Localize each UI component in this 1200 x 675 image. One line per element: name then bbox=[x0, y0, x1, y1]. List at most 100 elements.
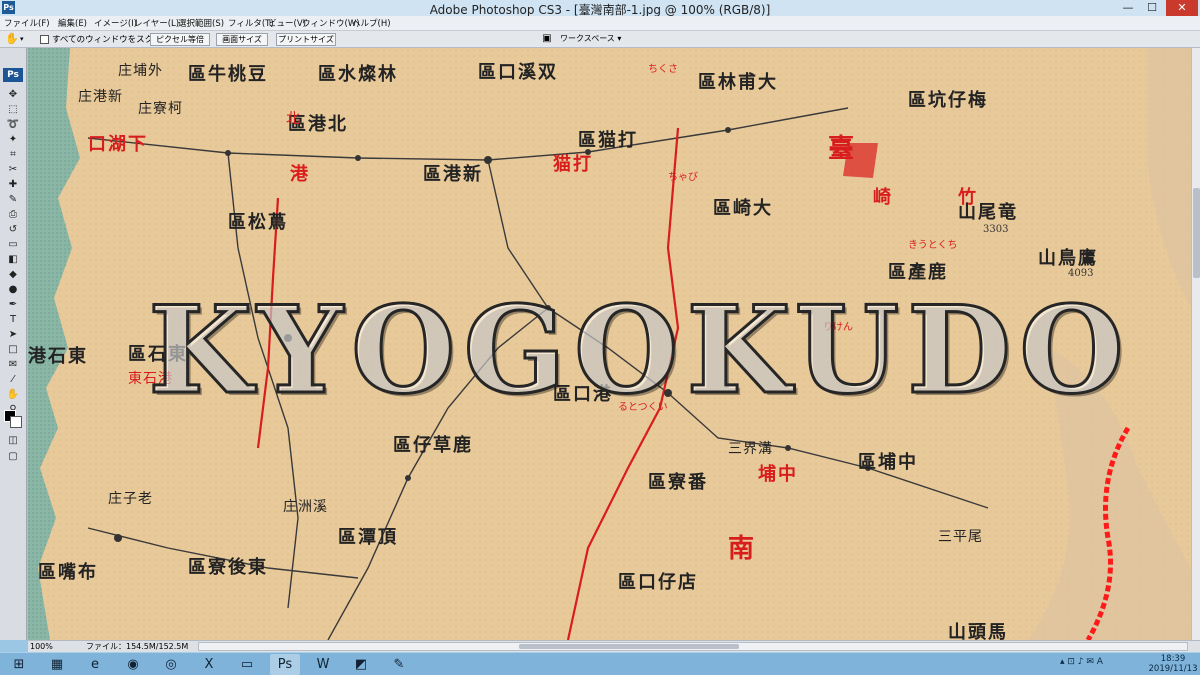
map-place-label: 庄寮柯 bbox=[138, 101, 183, 117]
system-tray[interactable]: ▴ ⊡ ♪ ✉ A bbox=[1060, 657, 1103, 667]
map-place-label: 猫打 bbox=[553, 154, 593, 175]
dodge-icon[interactable]: ● bbox=[4, 283, 22, 297]
hand-icon[interactable]: ✋ bbox=[5, 32, 19, 46]
move-icon[interactable]: ✥ bbox=[4, 88, 22, 102]
chrome-alt-icon[interactable]: ◎ bbox=[156, 654, 186, 675]
horizontal-scrollbar[interactable] bbox=[198, 642, 1188, 651]
stamp-icon[interactable]: ⎙ bbox=[4, 208, 22, 222]
map-place-label: 4093 bbox=[1068, 268, 1094, 279]
menu-item[interactable]: レイヤー(L) bbox=[134, 17, 179, 29]
screen-mode-icon[interactable]: ▢ bbox=[4, 450, 22, 464]
actual-pixels-button[interactable]: ピクセル等倍 bbox=[150, 33, 210, 46]
menu-item[interactable]: 編集(E) bbox=[58, 17, 87, 29]
path-select-icon[interactable]: ➤ bbox=[4, 328, 22, 342]
map-place-label: 區牛桃豆 bbox=[188, 64, 268, 85]
ie-icon[interactable]: e bbox=[80, 654, 110, 675]
map-place-label: 區崎大 bbox=[713, 198, 773, 219]
print-size-button[interactable]: プリントサイズ bbox=[276, 33, 336, 46]
zoom-readout[interactable]: 100% bbox=[30, 641, 53, 652]
shape-icon[interactable]: □ bbox=[4, 343, 22, 357]
map-place-label: 區潭頂 bbox=[338, 527, 398, 548]
options-bar: ✋ ▾ すべてのウィンドウをスクロール ピクセル等倍 画面サイズ プリントサイズ… bbox=[0, 31, 1200, 48]
eyedropper-icon[interactable]: ⁄ bbox=[4, 373, 22, 387]
map-place-label: 3303 bbox=[983, 224, 1009, 235]
crop-icon[interactable]: ⌗ bbox=[4, 148, 22, 162]
scroll-all-checkbox[interactable] bbox=[40, 35, 49, 44]
type-icon[interactable]: T bbox=[4, 313, 22, 327]
map-place-label: 區港新 bbox=[423, 164, 483, 185]
magic-wand-icon[interactable]: ✦ bbox=[4, 133, 22, 147]
map-place-label: 崎 bbox=[873, 187, 893, 208]
excel-icon[interactable]: X bbox=[194, 654, 224, 675]
chrome-icon[interactable]: ◉ bbox=[118, 654, 148, 675]
blur-icon[interactable]: ◆ bbox=[4, 268, 22, 282]
map-place-label: 臺 bbox=[828, 134, 855, 164]
document-canvas[interactable]: 區牛桃豆 區水燦林 區口溪双 區林甫大 區坑仔梅 庄埔外 庄港新 庄寮柯 區港北北口湖下 區猫打猫… bbox=[28, 48, 1191, 640]
menu-item[interactable]: ヘルプ(H) bbox=[352, 17, 391, 29]
start-icon[interactable]: ⊞ bbox=[4, 654, 34, 675]
close-button[interactable]: ✕ bbox=[1166, 0, 1198, 16]
bridge-icon[interactable]: ▣ bbox=[540, 33, 554, 45]
fit-screen-button[interactable]: 画面サイズ bbox=[216, 33, 268, 46]
map-place-label: 北 bbox=[286, 111, 301, 127]
eraser-icon[interactable]: ▭ bbox=[4, 238, 22, 252]
workspace-dropdown[interactable]: ワークスペース ▾ bbox=[560, 33, 621, 44]
folder-icon[interactable]: ▦ bbox=[42, 654, 72, 675]
marquee-icon[interactable]: ⬚ bbox=[4, 103, 22, 117]
map-place-label: 區水燦林 bbox=[318, 64, 398, 85]
map-place-label: 區口仔店 bbox=[618, 572, 698, 593]
vertical-scrollbar[interactable] bbox=[1191, 48, 1200, 640]
maximize-button[interactable]: ☐ bbox=[1142, 0, 1162, 16]
gradient-icon[interactable]: ◧ bbox=[4, 253, 22, 267]
map-place-label: ちゃび bbox=[668, 172, 698, 183]
map-place-label: 山鳥鷹 bbox=[1038, 248, 1098, 269]
minimize-button[interactable]: — bbox=[1118, 0, 1138, 16]
menu-item[interactable]: ファイル(F) bbox=[4, 17, 50, 29]
map-place-label: 區坑仔梅 bbox=[908, 90, 988, 111]
map-place-label: 山尾竜 bbox=[958, 202, 1018, 223]
map-place-label: るとつくい bbox=[618, 402, 668, 413]
map-place-label: 口湖下 bbox=[88, 134, 148, 155]
menu-item[interactable]: 選択範囲(S) bbox=[178, 17, 224, 29]
map-place-label: 區寮番 bbox=[648, 472, 708, 493]
map-place-label: りけん bbox=[823, 322, 853, 333]
paint-icon[interactable]: ✎ bbox=[384, 654, 414, 675]
map-place-label: 三界溝 bbox=[728, 441, 773, 457]
slice-icon[interactable]: ✂ bbox=[4, 163, 22, 177]
map-place-label: ちくさ bbox=[648, 64, 678, 75]
map-place-label: 山頭馬 bbox=[948, 622, 1008, 640]
map-place-label: 區口港 bbox=[553, 384, 613, 405]
quick-mask-icon[interactable]: ◫ bbox=[4, 434, 22, 448]
menu-item[interactable]: ウィンドウ(W) bbox=[302, 17, 360, 29]
word-icon[interactable]: W bbox=[308, 654, 338, 675]
vertical-scroll-thumb[interactable] bbox=[1193, 188, 1200, 278]
map-place-label: 東石港 bbox=[128, 371, 173, 387]
menu-item[interactable]: ビュー(V) bbox=[268, 17, 306, 29]
pen-icon[interactable]: ✒ bbox=[4, 298, 22, 312]
menu-item[interactable]: フィルタ(T) bbox=[228, 17, 274, 29]
map-place-label: 區產鹿 bbox=[888, 262, 948, 283]
horizontal-scroll-thumb[interactable] bbox=[519, 644, 739, 649]
notes-app-icon[interactable]: ▭ bbox=[232, 654, 262, 675]
notes-icon[interactable]: ✉ bbox=[4, 358, 22, 372]
history-brush-icon[interactable]: ↺ bbox=[4, 223, 22, 237]
lasso-icon[interactable]: ➰ bbox=[4, 118, 22, 132]
file-info[interactable]: ファイル：154.5M/152.5M bbox=[86, 641, 188, 652]
map-place-label: 區林甫大 bbox=[698, 72, 778, 93]
photoshop-icon[interactable]: Ps bbox=[270, 654, 300, 675]
healing-icon[interactable]: ✚ bbox=[4, 178, 22, 192]
menu-bar: ファイル(F) 編集(E) イメージ(I) レイヤー(L) 選択範囲(S) フィルタ(T)… bbox=[0, 16, 1200, 31]
clock-time: 18:39 bbox=[1160, 654, 1186, 664]
clock[interactable]: 18:39 2019/11/13 bbox=[1148, 654, 1198, 674]
map-place-label: 區仔草鹿 bbox=[393, 435, 473, 456]
blocks-icon[interactable]: ◩ bbox=[346, 654, 376, 675]
taskbar: ⊞ ▦ e ◉ ◎ X ▭ Ps W ◩ ✎ ▴ ⊡ ♪ ✉ A 18:39 2019/11/13 bbox=[0, 652, 1200, 675]
hand-tool-icon[interactable]: ✋ bbox=[4, 388, 22, 402]
map-place-label: 南 bbox=[728, 534, 755, 564]
menu-item[interactable]: イメージ(I) bbox=[94, 17, 137, 29]
map-place-label: 區松蔦 bbox=[228, 212, 288, 233]
ps-badge: Ps bbox=[3, 68, 23, 82]
brush-icon[interactable]: ✎ bbox=[4, 193, 22, 207]
background-color-swatch[interactable] bbox=[10, 416, 22, 428]
chevron-down-icon[interactable]: ▾ bbox=[20, 32, 24, 46]
